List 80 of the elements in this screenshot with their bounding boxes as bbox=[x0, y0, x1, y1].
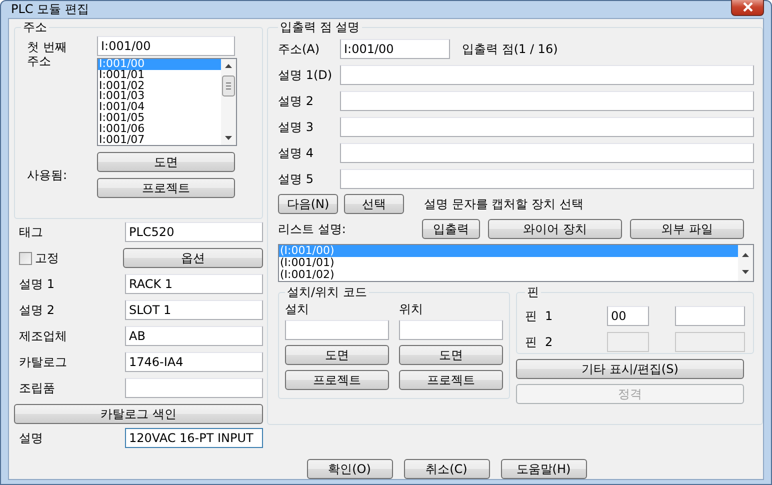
field-label: 설명 2 bbox=[19, 302, 54, 318]
address-list-item[interactable]: I:001/03 bbox=[98, 91, 221, 102]
scrollbar[interactable] bbox=[221, 59, 236, 145]
tag-label: 태그 bbox=[19, 224, 43, 240]
dialog-button[interactable]: 취소(C) bbox=[404, 459, 490, 479]
group-title: 핀 bbox=[526, 284, 540, 301]
description-list-item[interactable]: (I:001/01) bbox=[279, 257, 738, 269]
address-label: 주소(A) bbox=[278, 40, 321, 58]
address-list-item[interactable]: I:001/06 bbox=[98, 124, 221, 135]
fixed-label: 고정 bbox=[35, 250, 59, 266]
close-icon bbox=[742, 2, 754, 12]
description-field[interactable] bbox=[340, 91, 754, 111]
text-field[interactable]: 1746-IA4 bbox=[125, 352, 263, 372]
io-list-button[interactable]: 입출력 bbox=[422, 219, 480, 239]
pin-number: 1 bbox=[545, 309, 554, 323]
address-list-item[interactable]: I:001/04 bbox=[98, 102, 221, 113]
pin-label: 핀 bbox=[525, 334, 538, 350]
description-field[interactable] bbox=[340, 117, 754, 137]
description-label: 설명 1(D) bbox=[278, 66, 334, 84]
location-button[interactable]: 프로젝트 bbox=[285, 370, 389, 390]
catalog-index-button[interactable]: 카탈로그 색인 bbox=[14, 404, 263, 424]
description-label: 설명 4 bbox=[278, 144, 314, 162]
first-address-field[interactable]: I:001/00 bbox=[97, 36, 235, 56]
description-list-item[interactable]: (I:001/02) bbox=[279, 269, 738, 281]
group-title: 입출력 점 설명 bbox=[279, 19, 361, 36]
field-label: 제조업체 bbox=[19, 328, 67, 344]
description-label: 설명 2 bbox=[278, 92, 314, 110]
select-hint: 설명 문자를 캡처할 장치 선택 bbox=[424, 196, 584, 212]
field-label: 조립품 bbox=[19, 380, 55, 396]
io-point-count: 입출력 점(1 / 16) bbox=[462, 40, 558, 58]
description-listbox[interactable]: (I:001/00) (I:001/01) (I:001/02) bbox=[278, 244, 754, 282]
other-display-edit-button[interactable]: 기타 표시/편집(S) bbox=[516, 359, 744, 379]
location-button[interactable]: 프로젝트 bbox=[399, 370, 503, 390]
description-label: 설명 bbox=[19, 430, 43, 446]
tag-field[interactable]: PLC520 bbox=[125, 222, 263, 242]
used-in-button[interactable]: 도면 bbox=[97, 152, 235, 172]
address-list-item[interactable]: I:001/02 bbox=[98, 80, 221, 92]
group-title: 설치/위치 코드 bbox=[286, 284, 368, 301]
group-title: 주소 bbox=[22, 19, 48, 36]
description-label: 설명 3 bbox=[278, 118, 314, 136]
text-field[interactable]: AB bbox=[125, 326, 263, 346]
description-field[interactable]: 120VAC 16-PT INPUT bbox=[125, 428, 263, 448]
used-in-button[interactable]: 프로젝트 bbox=[97, 178, 235, 198]
pin-field[interactable] bbox=[675, 306, 745, 326]
column-label: 설치 bbox=[285, 301, 310, 315]
description-field[interactable] bbox=[340, 143, 754, 163]
list-description-label: 리스트 설명: bbox=[278, 220, 347, 238]
window-title: PLC 모듈 편집 bbox=[10, 1, 89, 18]
pin-label: 핀 bbox=[525, 308, 538, 324]
location-field[interactable] bbox=[285, 320, 389, 340]
text-field[interactable]: RACK 1 bbox=[125, 274, 263, 294]
options-button[interactable]: 옵션 bbox=[123, 248, 263, 268]
pin-field[interactable]: 00 bbox=[607, 306, 649, 326]
description-label: 설명 5 bbox=[278, 170, 314, 188]
next-button[interactable]: 다음(N) bbox=[278, 194, 338, 214]
column-label: 위치 bbox=[399, 301, 424, 315]
close-button[interactable] bbox=[731, 0, 764, 16]
address-list-item[interactable]: I:001/01 bbox=[98, 70, 221, 81]
description-field[interactable] bbox=[340, 65, 754, 85]
field-label: 설명 1 bbox=[19, 276, 54, 292]
location-button[interactable]: 도면 bbox=[399, 345, 503, 365]
pin-number: 2 bbox=[545, 335, 554, 349]
dialog-button[interactable]: 도움말(H) bbox=[500, 459, 586, 479]
first-address-label: 첫 번째 주소 bbox=[27, 39, 68, 70]
text-field[interactable] bbox=[125, 378, 263, 398]
external-file-button[interactable]: 외부 파일 bbox=[630, 219, 744, 239]
checkbox[interactable] bbox=[19, 252, 32, 264]
address-list-item[interactable]: I:001/07 bbox=[98, 134, 221, 145]
used-label: 사용됨: bbox=[27, 166, 68, 184]
wire-device-button[interactable]: 와이어 장치 bbox=[488, 219, 622, 239]
field-label: 카탈로그 bbox=[19, 354, 67, 370]
location-button[interactable]: 도면 bbox=[285, 345, 389, 365]
description-field[interactable] bbox=[340, 169, 754, 189]
address-listbox[interactable]: I:001/00 I:001/01 I:001/02 I:001/03 I:001/04 I:001/05 I:001/06 I:001/07 bbox=[97, 58, 237, 146]
address-list-item[interactable]: I:001/05 bbox=[98, 112, 221, 124]
location-field[interactable] bbox=[399, 320, 503, 340]
text-field[interactable]: SLOT 1 bbox=[125, 300, 263, 320]
address-field[interactable]: I:001/00 bbox=[340, 39, 450, 59]
select-button[interactable]: 선택 bbox=[344, 194, 404, 214]
dialog-button[interactable]: 확인(O) bbox=[306, 459, 392, 479]
